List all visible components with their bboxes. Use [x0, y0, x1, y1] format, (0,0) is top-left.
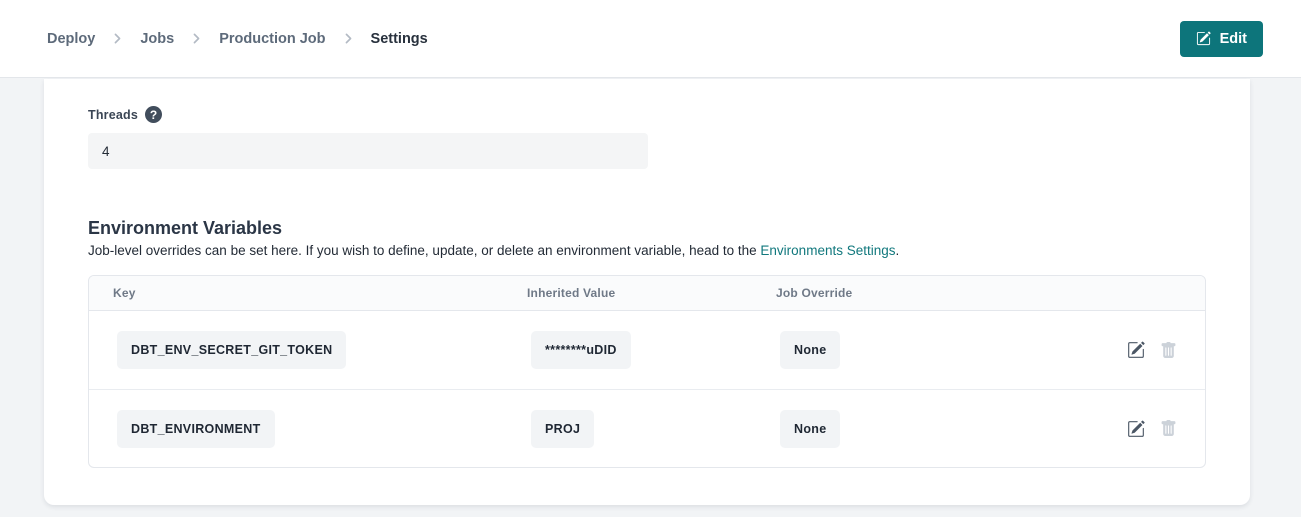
top-bar: Deploy Jobs Production Job Settings Edit — [0, 0, 1301, 78]
pencil-square-icon — [1127, 420, 1145, 438]
breadcrumb-item-settings: Settings — [371, 31, 428, 47]
env-key-badge: DBT_ENVIRONMENT — [117, 410, 275, 448]
env-vars-description-period: . — [896, 243, 900, 258]
edit-row-button[interactable] — [1127, 341, 1145, 359]
column-header-key: Key — [89, 286, 503, 300]
delete-row-button[interactable] — [1160, 342, 1177, 359]
chevron-right-icon — [191, 33, 202, 44]
breadcrumb: Deploy Jobs Production Job Settings — [47, 31, 428, 47]
delete-row-button[interactable] — [1160, 420, 1177, 437]
env-vars-table: Key Inherited Value Job Override DBT_ENV… — [88, 275, 1206, 468]
job-override-badge: None — [780, 410, 840, 448]
table-row: DBT_ENV_SECRET_GIT_TOKEN ********uDID No… — [89, 311, 1205, 389]
chevron-right-icon — [112, 33, 123, 44]
edit-button[interactable]: Edit — [1180, 21, 1263, 57]
column-header-inherited-value: Inherited Value — [503, 286, 752, 300]
breadcrumb-item-production-job[interactable]: Production Job — [219, 31, 325, 47]
table-row: DBT_ENVIRONMENT PROJ None — [89, 389, 1205, 467]
inherited-value-badge: ********uDID — [531, 331, 631, 369]
breadcrumb-item-jobs[interactable]: Jobs — [140, 31, 174, 47]
inherited-value-badge: PROJ — [531, 410, 594, 448]
trash-icon — [1160, 342, 1177, 359]
edit-row-button[interactable] — [1127, 420, 1145, 438]
environments-settings-link[interactable]: Environments Settings — [760, 243, 895, 258]
env-vars-description-text: Job-level overrides can be set here. If … — [88, 243, 760, 258]
chevron-right-icon — [343, 33, 354, 44]
breadcrumb-item-deploy[interactable]: Deploy — [47, 31, 95, 47]
env-vars-title: Environment Variables — [88, 217, 1206, 239]
edit-button-label: Edit — [1220, 31, 1247, 47]
job-override-badge: None — [780, 331, 840, 369]
trash-icon — [1160, 420, 1177, 437]
help-icon[interactable]: ? — [145, 106, 162, 123]
table-header-row: Key Inherited Value Job Override — [89, 276, 1205, 311]
threads-label: Threads — [88, 108, 138, 122]
settings-card: Threads ? Environment Variables Job-leve… — [44, 79, 1250, 505]
env-key-badge: DBT_ENV_SECRET_GIT_TOKEN — [117, 331, 346, 369]
env-vars-description: Job-level overrides can be set here. If … — [88, 242, 1206, 259]
pencil-square-icon — [1127, 341, 1145, 359]
pencil-square-icon — [1196, 31, 1211, 46]
threads-input[interactable] — [88, 133, 648, 169]
column-header-job-override: Job Override — [752, 286, 1075, 300]
